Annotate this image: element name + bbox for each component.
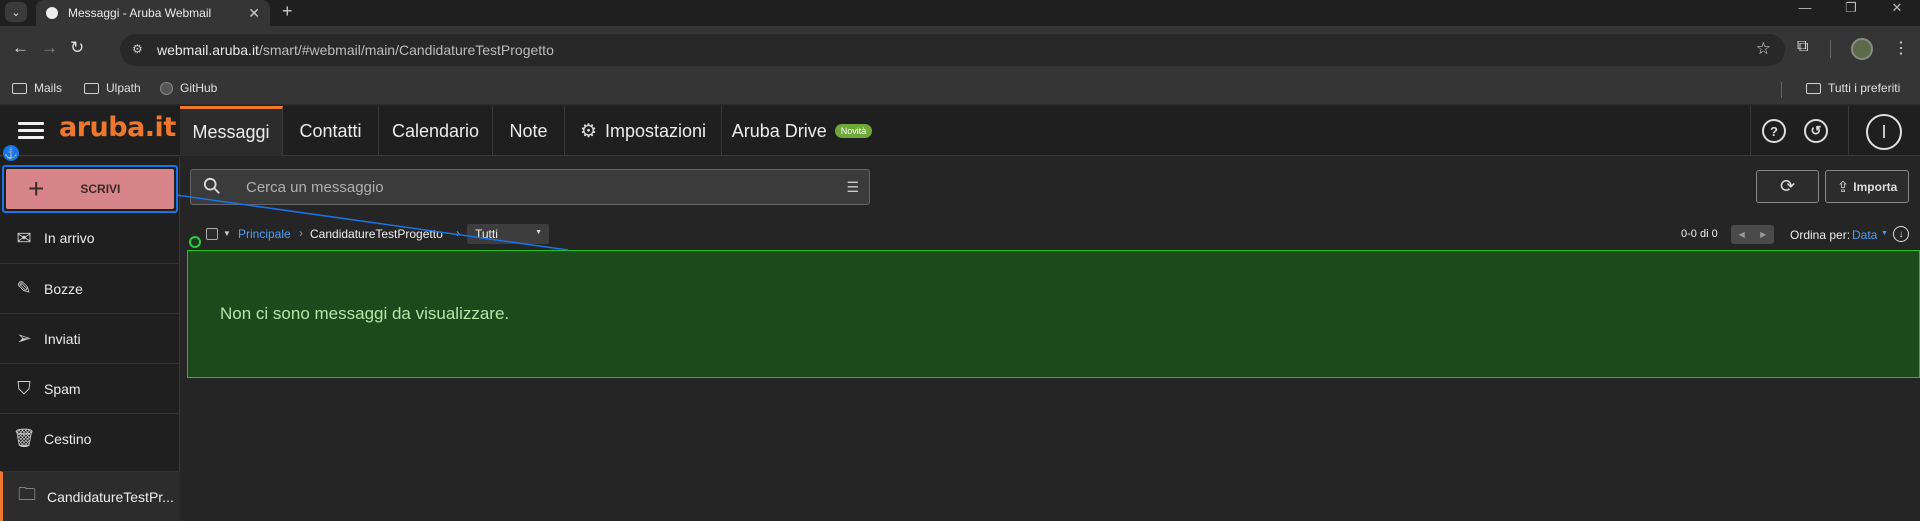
window-close-icon[interactable]: ✕ bbox=[1874, 0, 1920, 20]
folder-candidature[interactable]: 🗀 CandidatureTestPr... bbox=[0, 471, 180, 521]
tab-messaggi[interactable]: Messaggi bbox=[180, 106, 283, 156]
envelope-icon: ✉ bbox=[16, 227, 32, 248]
pagination[interactable]: ◀ ▶ bbox=[1731, 225, 1774, 244]
tab-contatti[interactable]: Contatti bbox=[283, 106, 379, 156]
folder-cestino[interactable]: 🗑 Cestino bbox=[0, 413, 180, 463]
extensions-icon[interactable]: ⧉ bbox=[1797, 38, 1808, 56]
browser-menu-icon[interactable]: ⋮ bbox=[1893, 38, 1909, 58]
anchor-marker-icon: ⚓ bbox=[3, 145, 19, 161]
webmail-topbar: aruba.it Messaggi Contatti Calendario No… bbox=[0, 106, 1920, 156]
target-marker-icon bbox=[189, 236, 201, 248]
topbar-divider bbox=[1750, 106, 1751, 156]
compose-button[interactable]: + SCRIVI bbox=[2, 165, 178, 213]
restore-icon[interactable]: ❐ bbox=[1828, 0, 1874, 20]
forward-icon[interactable]: → bbox=[41, 38, 58, 58]
bookmark-mails[interactable]: Mails bbox=[12, 81, 62, 95]
tab-title: Messaggi - Aruba Webmail bbox=[68, 6, 212, 20]
compose-label: SCRIVI bbox=[80, 182, 121, 196]
tab-search-chevron-icon[interactable]: ⌄ bbox=[5, 2, 27, 22]
search-input[interactable]: Cerca un messaggio ☰ bbox=[190, 169, 870, 205]
breadcrumb-principale[interactable]: Principale bbox=[238, 227, 291, 241]
trash-icon: 🗑 bbox=[12, 428, 36, 448]
topbar-divider bbox=[1848, 106, 1849, 156]
help-icon[interactable]: ? bbox=[1762, 119, 1786, 143]
toolbar-divider bbox=[1830, 40, 1831, 58]
sort-chevron-icon[interactable]: ▼ bbox=[1881, 230, 1888, 237]
breadcrumb-separator: › bbox=[299, 226, 303, 240]
select-menu-chevron-icon[interactable]: ▼ bbox=[223, 229, 231, 238]
aruba-logo[interactable]: aruba.it bbox=[59, 112, 176, 143]
bookmarks-bar: Mails Ulpath GitHub Tutti i preferiti bbox=[0, 73, 1920, 105]
message-filter-select[interactable]: Tutti ▼ bbox=[467, 224, 549, 244]
chevron-down-icon: ▼ bbox=[535, 229, 542, 236]
send-icon: ➢ bbox=[16, 328, 32, 348]
address-bar[interactable]: ⚙ webmail.aruba.it/smart/#webmail/main/C… bbox=[120, 34, 1785, 66]
history-icon[interactable]: ↺ bbox=[1804, 119, 1828, 143]
github-icon bbox=[160, 81, 173, 95]
message-count: 0-0 di 0 bbox=[1681, 228, 1718, 240]
minimize-icon[interactable]: — bbox=[1782, 0, 1828, 20]
tab-impostazioni[interactable]: ⚙ Impostazioni bbox=[565, 106, 722, 156]
bookmark-ulpath[interactable]: Ulpath bbox=[84, 81, 141, 95]
search-icon bbox=[203, 177, 220, 194]
bookmark-github[interactable]: GitHub bbox=[160, 81, 217, 95]
folder-icon bbox=[84, 82, 99, 94]
select-all-checkbox[interactable] bbox=[206, 228, 218, 240]
site-info-icon[interactable]: ⚙ bbox=[132, 42, 143, 56]
tab-calendario[interactable]: Calendario bbox=[379, 106, 493, 156]
draft-icon: ✎ bbox=[16, 278, 32, 298]
browser-profile-avatar[interactable] bbox=[1851, 38, 1873, 60]
folder-icon: 🗀 bbox=[18, 483, 36, 504]
folder-sidebar: + SCRIVI ✉ In arrivo ✎ Bozze ➢ Inviati ⛉… bbox=[0, 157, 180, 521]
folder-icon bbox=[12, 82, 27, 94]
refresh-icon: ⟳ bbox=[1779, 176, 1796, 196]
all-bookmarks[interactable]: Tutti i preferiti bbox=[1806, 81, 1900, 95]
browser-tabstrip: ⌄ Messaggi - Aruba Webmail ✕ + — ❐ ✕ bbox=[0, 0, 1920, 26]
empty-state-text: Non ci sono messaggi da visualizzare. bbox=[220, 304, 510, 323]
back-icon[interactable]: ← bbox=[12, 38, 29, 58]
refresh-button[interactable]: ⟳ bbox=[1756, 170, 1819, 203]
new-tab-icon[interactable]: + bbox=[282, 1, 293, 22]
spam-shield-icon: ⛉ bbox=[17, 378, 31, 398]
sort-label: Ordina per: bbox=[1790, 228, 1851, 242]
browser-toolbar: ← → ↻ ⚙ webmail.aruba.it/smart/#webmail/… bbox=[0, 26, 1920, 73]
tab-close-icon[interactable]: ✕ bbox=[248, 5, 260, 22]
advanced-search-icon[interactable]: ☰ bbox=[846, 179, 859, 196]
next-page-icon[interactable]: ▶ bbox=[1760, 230, 1766, 239]
folder-in-arrivo[interactable]: ✉ In arrivo bbox=[0, 213, 180, 263]
url-text: webmail.aruba.it/smart/#webmail/main/Can… bbox=[157, 42, 554, 58]
user-avatar[interactable]: I bbox=[1866, 114, 1902, 150]
breadcrumb-separator: › bbox=[456, 226, 460, 240]
plus-icon: + bbox=[28, 173, 45, 204]
hamburger-menu-icon[interactable] bbox=[18, 122, 44, 140]
gear-icon: ⚙ bbox=[579, 120, 597, 142]
import-button[interactable]: ⇪ Importa bbox=[1825, 170, 1909, 203]
sort-direction-icon[interactable]: ↓ bbox=[1893, 226, 1909, 242]
aruba-favicon-icon bbox=[46, 7, 58, 19]
message-list: Non ci sono messaggi da visualizzare. bbox=[187, 250, 1920, 378]
sort-field[interactable]: Data bbox=[1852, 228, 1877, 242]
tab-aruba-drive[interactable]: Aruba Drive Novità bbox=[722, 106, 882, 156]
folder-spam[interactable]: ⛉ Spam bbox=[0, 363, 180, 413]
folder-icon bbox=[1806, 82, 1821, 94]
bookmarks-divider bbox=[1781, 82, 1782, 98]
upload-icon: ⇪ bbox=[1836, 178, 1850, 196]
folder-inviati[interactable]: ➢ Inviati bbox=[0, 313, 180, 363]
new-badge: Novità bbox=[834, 124, 873, 138]
browser-tab[interactable]: Messaggi - Aruba Webmail ✕ bbox=[36, 0, 270, 26]
breadcrumb-current: CandidatureTestProgetto bbox=[310, 227, 443, 241]
bookmark-star-icon[interactable]: ☆ bbox=[1756, 39, 1771, 59]
reload-icon[interactable]: ↻ bbox=[70, 38, 84, 58]
search-placeholder: Cerca un messaggio bbox=[246, 179, 384, 196]
tab-note[interactable]: Note bbox=[493, 106, 565, 156]
prev-page-icon[interactable]: ◀ bbox=[1739, 230, 1745, 239]
folder-bozze[interactable]: ✎ Bozze bbox=[0, 263, 180, 313]
window-controls: — ❐ ✕ bbox=[1782, 0, 1920, 20]
